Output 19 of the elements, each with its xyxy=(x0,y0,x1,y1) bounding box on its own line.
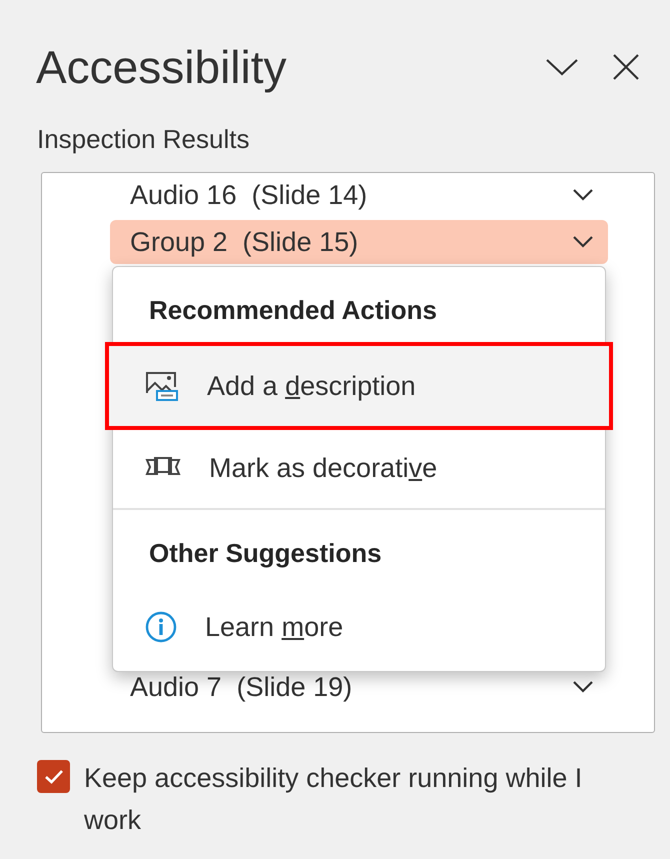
info-icon xyxy=(145,611,177,643)
result-item[interactable]: Audio 16 (Slide 14) xyxy=(110,173,608,217)
checkbox-label: Keep accessibility checker running while I work xyxy=(84,762,584,837)
checkbox[interactable] xyxy=(37,760,70,793)
menu-item[interactable]: Learn more xyxy=(113,587,605,667)
group-heading: Other Suggestions xyxy=(148,537,383,570)
chevron-down-icon[interactable] xyxy=(572,235,594,249)
pane-title: Accessibility xyxy=(36,44,288,90)
menu-item[interactable]: Mark as decorative xyxy=(113,428,605,508)
checkmark-icon xyxy=(44,768,64,784)
chevron-down-icon[interactable] xyxy=(572,680,594,694)
chevron-down-icon[interactable] xyxy=(572,188,594,202)
close-icon xyxy=(612,53,640,81)
chevron-down-icon xyxy=(545,57,579,77)
result-item[interactable]: Group 2 (Slide 15) xyxy=(110,220,608,264)
picture-caption-icon xyxy=(145,371,179,401)
result-item[interactable]: Audio 7 (Slide 19) xyxy=(110,665,608,709)
group-heading: Recommended Actions xyxy=(148,294,438,327)
menu-item[interactable]: Add a description xyxy=(109,346,609,426)
